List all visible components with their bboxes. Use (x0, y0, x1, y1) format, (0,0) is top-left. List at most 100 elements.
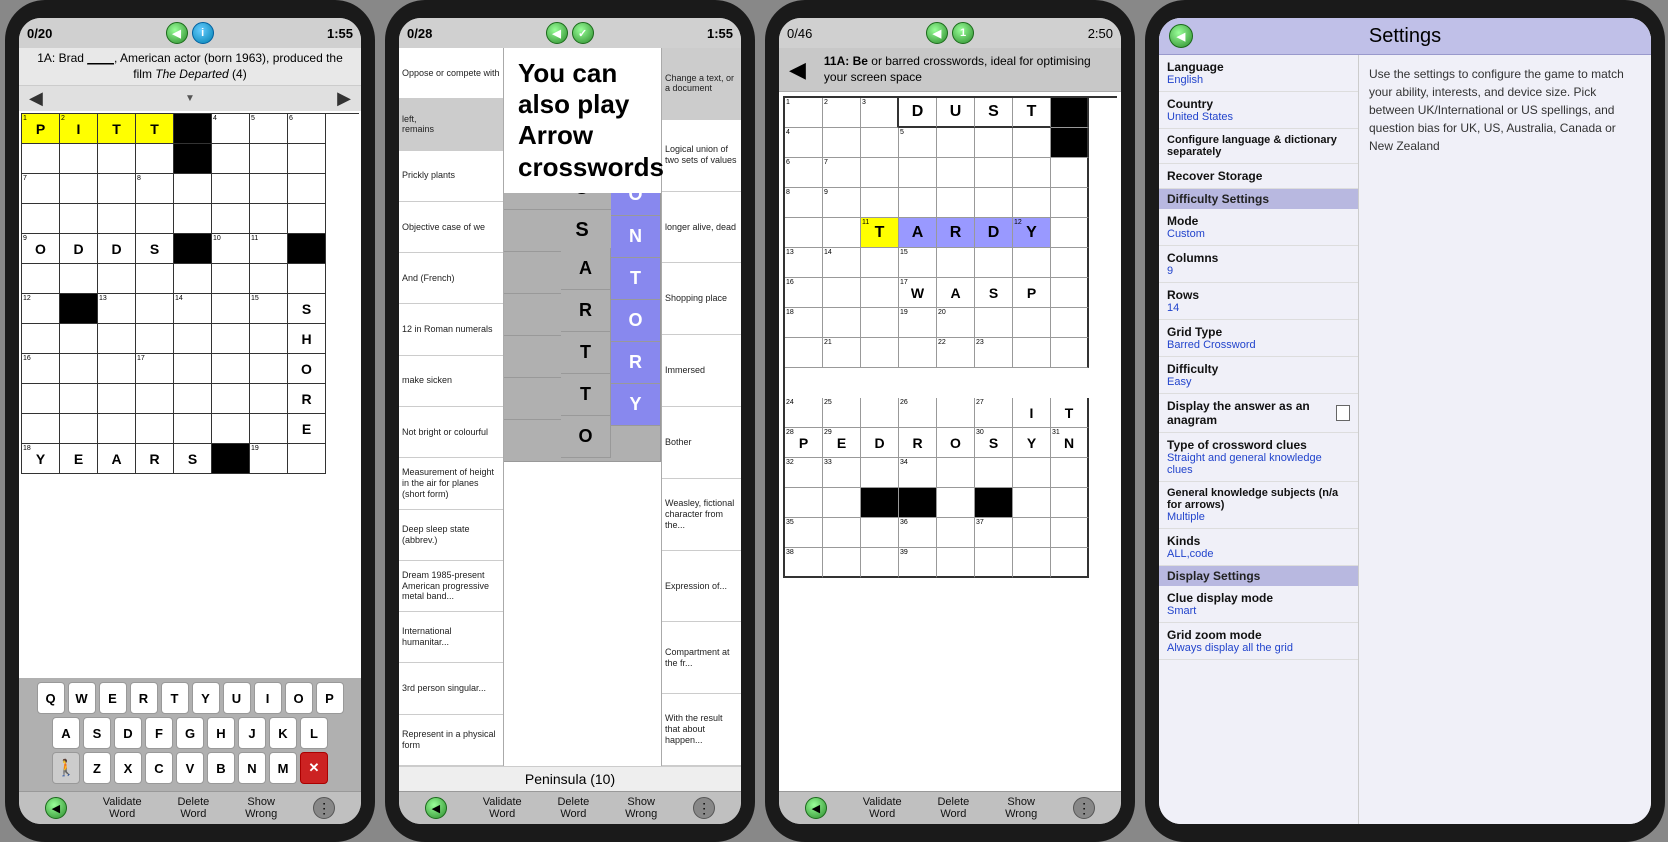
key-x[interactable]: X (114, 752, 142, 784)
cell-8-2[interactable] (60, 324, 98, 354)
blc-o4[interactable]: O (611, 300, 661, 342)
p3-rl5c7[interactable] (1013, 518, 1051, 548)
settings-country[interactable]: Country United States (1159, 92, 1358, 129)
phone3-back-btn[interactable]: ◀ (805, 797, 827, 819)
key-g[interactable]: G (176, 717, 204, 749)
phone3-delete-btn[interactable]: DeleteWord (937, 796, 969, 820)
phone2-validate-btn[interactable]: ValidateWord (483, 796, 522, 820)
p3-rl2c5[interactable]: O (937, 428, 975, 458)
blc-n[interactable]: N (611, 216, 661, 258)
phone2-delete-btn[interactable]: DeleteWord (557, 796, 589, 820)
phone2-back-btn[interactable]: ◀ (425, 797, 447, 819)
cell-12-7[interactable]: 19 (250, 444, 288, 474)
p3-r8c7[interactable] (1013, 308, 1051, 338)
p3-rl2c8[interactable]: 31N (1051, 428, 1089, 458)
art-r[interactable]: R (561, 290, 611, 332)
p3-rl4c8[interactable] (1051, 488, 1089, 518)
cell-1-2[interactable]: 2I (60, 114, 98, 144)
p3-r1c2[interactable]: 2 (823, 98, 861, 128)
key-u[interactable]: U (223, 682, 251, 714)
settings-language[interactable]: Language English (1159, 55, 1358, 92)
phone3-prev-arrow[interactable]: ◀ (779, 48, 816, 91)
key-p[interactable]: P (316, 682, 344, 714)
cell-3-3[interactable] (98, 174, 136, 204)
cell-9-6[interactable] (212, 354, 250, 384)
cell-9-5[interactable] (174, 354, 212, 384)
phone2-more-btn[interactable]: ⋮ (693, 797, 715, 819)
blc-t[interactable]: T (611, 258, 661, 300)
p3-r2c2[interactable] (823, 128, 861, 158)
phone2-check-icon[interactable]: ✓ (572, 22, 594, 44)
cell-3-5[interactable] (174, 174, 212, 204)
cell-10-2[interactable] (60, 384, 98, 414)
p3-r3c8[interactable] (1051, 158, 1089, 188)
p3-rl6c5[interactable] (937, 548, 975, 578)
p3-tardy-y[interactable]: 12Y (1013, 218, 1051, 248)
cell-3-6[interactable] (212, 174, 250, 204)
p3-r8c5[interactable]: 20 (937, 308, 975, 338)
p3-rl3c3[interactable] (861, 458, 899, 488)
p3-rl1c2[interactable]: 25 (823, 398, 861, 428)
p3-rl2c4[interactable]: R (899, 428, 937, 458)
p3-r6c3[interactable] (861, 248, 899, 278)
key-j[interactable]: J (238, 717, 266, 749)
p3-r6c7[interactable] (1013, 248, 1051, 278)
p3-rl3c8[interactable] (1051, 458, 1089, 488)
p3-r4c8[interactable] (1051, 188, 1089, 218)
p3-rl6c8[interactable] (1051, 548, 1089, 578)
p3-r3c3[interactable] (861, 158, 899, 188)
cell-2-4[interactable] (136, 144, 174, 174)
p3-rl4c5[interactable] (937, 488, 975, 518)
p3-r3c2[interactable]: 7 (823, 158, 861, 188)
p3-rl3c2[interactable]: 33 (823, 458, 861, 488)
p3-r6c2[interactable]: 14 (823, 248, 861, 278)
p3-r2c3[interactable] (861, 128, 899, 158)
cell-10-4[interactable] (136, 384, 174, 414)
phone3-num-icon[interactable]: 1 (952, 22, 974, 44)
p3-r7c6[interactable]: S (975, 278, 1013, 308)
p3-r4c3[interactable] (861, 188, 899, 218)
settings-gk-subjects[interactable]: General knowledge subjects (n/a for arro… (1159, 482, 1358, 529)
settings-grid-zoom[interactable]: Grid zoom mode Always display all the gr… (1159, 623, 1358, 660)
cell-12-3[interactable]: A (98, 444, 136, 474)
cell-12-4[interactable]: R (136, 444, 174, 474)
p3-r8c4[interactable]: 19 (899, 308, 937, 338)
key-c[interactable]: C (145, 752, 173, 784)
cell-9-3[interactable] (98, 354, 136, 384)
p3-r7c3[interactable] (861, 278, 899, 308)
settings-rows[interactable]: Rows 14 (1159, 283, 1358, 320)
p3-rl4c2[interactable] (823, 488, 861, 518)
settings-anagram-checkbox[interactable] (1336, 405, 1350, 421)
cell-1-1[interactable]: 1P (22, 114, 60, 144)
key-f[interactable]: F (145, 717, 173, 749)
cell-10-6[interactable] (212, 384, 250, 414)
p3-rl6c3[interactable] (861, 548, 899, 578)
p3-dust-s[interactable]: S (975, 98, 1013, 128)
cell-6-2[interactable] (60, 264, 98, 294)
more-btn[interactable]: ⋮ (313, 797, 335, 819)
p3-rl3c1[interactable]: 32 (785, 458, 823, 488)
p3-rl3c7[interactable] (1013, 458, 1051, 488)
p3-r4c2[interactable]: 9 (823, 188, 861, 218)
p3-r3c6[interactable] (975, 158, 1013, 188)
cell-11-7[interactable] (250, 414, 288, 444)
p3-rl5c5[interactable] (937, 518, 975, 548)
settings-clue-display[interactable]: Clue display mode Smart (1159, 586, 1358, 623)
p3-r3c1[interactable]: 6 (785, 158, 823, 188)
p3-r2c7[interactable] (1013, 128, 1051, 158)
delete-word-btn[interactable]: DeleteWord (177, 796, 209, 820)
cell-8-3[interactable] (98, 324, 136, 354)
cell-10-5[interactable] (174, 384, 212, 414)
cell-2-6[interactable] (212, 144, 250, 174)
p3-rl1c6[interactable]: 27 (975, 398, 1013, 428)
cell-3-2[interactable] (60, 174, 98, 204)
key-y[interactable]: Y (192, 682, 220, 714)
cell-2-7[interactable] (250, 144, 288, 174)
cell-1-3[interactable]: T (98, 114, 136, 144)
cell-4-2[interactable] (60, 204, 98, 234)
p3-r9c4[interactable] (899, 338, 937, 368)
key-r[interactable]: R (130, 682, 158, 714)
cell-9-2[interactable] (60, 354, 98, 384)
cell-7-5[interactable]: 14 (174, 294, 212, 324)
p3-rl6c7[interactable] (1013, 548, 1051, 578)
